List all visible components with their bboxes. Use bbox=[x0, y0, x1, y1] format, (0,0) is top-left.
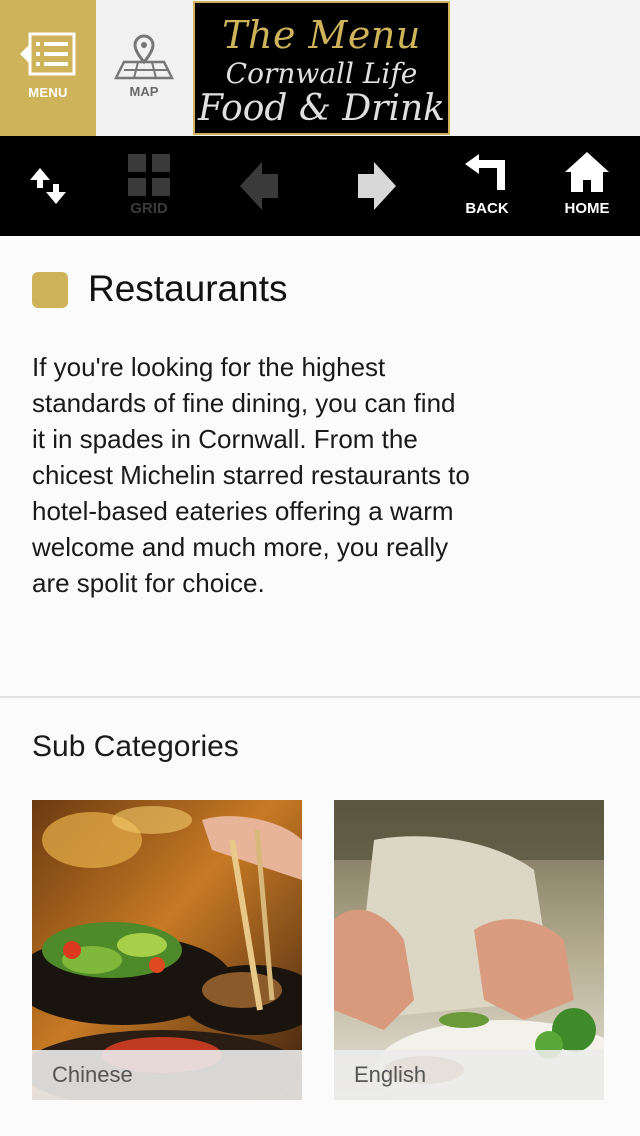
logo-line-3: Food & Drink bbox=[198, 88, 445, 129]
menu-button[interactable]: MENU bbox=[0, 0, 96, 136]
nav-bar: GRID BACK HOME bbox=[0, 136, 640, 236]
arrow-left-icon bbox=[240, 162, 278, 210]
map-label: MAP bbox=[129, 84, 159, 99]
next-button[interactable] bbox=[328, 136, 424, 236]
category-color-square bbox=[32, 272, 68, 308]
sub-category-tile-english[interactable]: English bbox=[334, 800, 604, 1100]
sub-category-label: English bbox=[334, 1050, 604, 1100]
home-button[interactable]: HOME bbox=[539, 136, 635, 236]
section-description: If you're looking for the highest standa… bbox=[32, 352, 470, 598]
sub-category-label: Chinese bbox=[32, 1050, 302, 1100]
grid-label: GRID bbox=[130, 200, 168, 217]
menu-label: MENU bbox=[28, 85, 68, 100]
divider bbox=[0, 696, 640, 698]
home-icon bbox=[565, 152, 609, 192]
menu-list-icon bbox=[20, 32, 76, 76]
map-button[interactable]: MAP bbox=[96, 0, 192, 136]
sort-arrows-icon bbox=[30, 168, 66, 204]
page-title: Restaurants bbox=[88, 268, 288, 309]
grid-icon bbox=[128, 154, 170, 196]
the-menu-logo: The Menu Cornwall Life Food & Drink bbox=[193, 1, 450, 135]
logo-line-1: The Menu bbox=[222, 13, 421, 57]
arrow-right-icon bbox=[358, 162, 396, 210]
sub-categories-heading: Sub Categories bbox=[32, 730, 239, 763]
home-label: HOME bbox=[564, 200, 610, 217]
back-label: BACK bbox=[465, 200, 509, 217]
sub-category-tile-chinese[interactable]: Chinese bbox=[32, 800, 302, 1100]
logo-line-2: Cornwall Life bbox=[225, 57, 418, 90]
top-bar: MENU MAP The Menu Cornwall Life Food & D… bbox=[0, 0, 640, 136]
back-arrow-icon bbox=[465, 154, 505, 190]
sort-button[interactable] bbox=[0, 136, 96, 236]
back-button[interactable]: BACK bbox=[439, 136, 535, 236]
map-pin-icon bbox=[114, 34, 174, 80]
previous-button[interactable] bbox=[212, 136, 308, 236]
grid-button[interactable]: GRID bbox=[101, 136, 197, 236]
